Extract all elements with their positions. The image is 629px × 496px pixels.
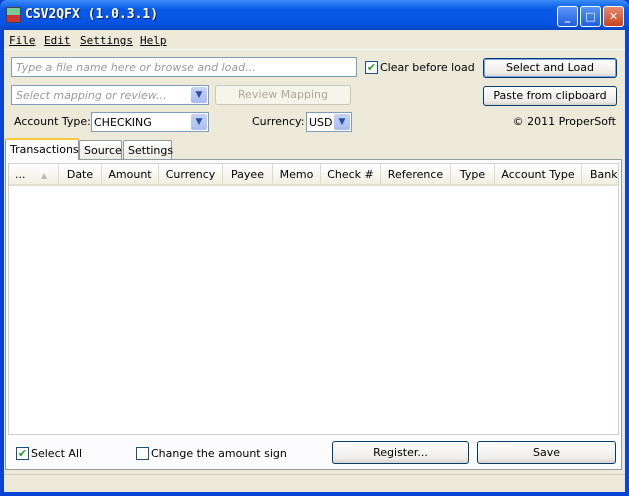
account-type-label: Account Type: [14, 115, 91, 128]
mapping-placeholder: Select mapping or review... [16, 89, 167, 102]
account-type-value: CHECKING [94, 116, 152, 129]
review-mapping-button[interactable]: Review Mapping [215, 85, 351, 105]
menu-bar: File Edit Settings Help [4, 30, 625, 50]
paste-from-clipboard-button[interactable]: Paste from clipboard [483, 86, 617, 106]
tab-source[interactable]: Source [79, 140, 122, 159]
register-button[interactable]: Register... [332, 441, 469, 464]
save-button[interactable]: Save [477, 441, 616, 464]
column-date[interactable]: Date [59, 164, 102, 186]
select-all-label: Select All [31, 447, 83, 460]
change-amount-sign-checkbox[interactable] [136, 447, 149, 460]
menu-edit[interactable]: Edit [44, 34, 71, 47]
chevron-down-icon[interactable]: ▼ [334, 114, 350, 130]
tab-transactions[interactable]: Transactions [5, 138, 79, 160]
column-reference[interactable]: Reference [381, 164, 451, 186]
window-title: CSV2QFX (1.0.3.1) [25, 7, 159, 22]
transactions-panel: ... ▲ Date Amount Currency Payee Memo Ch… [5, 159, 622, 470]
select-and-load-button[interactable]: Select and Load [483, 58, 617, 78]
menu-settings[interactable]: Settings [80, 34, 133, 47]
column-select-label: ... [15, 168, 26, 181]
chevron-down-icon[interactable]: ▼ [191, 114, 207, 130]
menu-file[interactable]: File [9, 34, 36, 47]
app-icon [6, 7, 21, 23]
mapping-combo[interactable]: Select mapping or review... ▼ [11, 85, 209, 105]
grid-header: ... ▲ Date Amount Currency Payee Memo Ch… [9, 164, 618, 186]
app-window: CSV2QFX (1.0.3.1) _ □ ✕ File Edit Settin… [0, 0, 629, 496]
column-bank-id[interactable]: Bank II [582, 164, 618, 186]
column-amount[interactable]: Amount [102, 164, 159, 186]
file-name-input[interactable]: Type a file name here or browse and load… [11, 57, 357, 77]
transactions-grid[interactable]: ... ▲ Date Amount Currency Payee Memo Ch… [8, 163, 619, 435]
column-account-type[interactable]: Account Type [495, 164, 582, 186]
column-type[interactable]: Type [451, 164, 495, 186]
account-type-select[interactable]: CHECKING ▼ [91, 112, 209, 132]
copyright-text: © 2011 ProperSoft [512, 115, 616, 128]
tab-settings[interactable]: Settings [123, 140, 173, 159]
minimize-button[interactable]: _ [557, 6, 578, 27]
sort-up-icon: ▲ [41, 171, 48, 180]
title-bar[interactable]: CSV2QFX (1.0.3.1) _ □ ✕ [0, 0, 629, 30]
status-bar [4, 474, 625, 492]
column-memo[interactable]: Memo [273, 164, 321, 186]
column-select[interactable]: ... ▲ [9, 164, 59, 186]
clear-before-load-checkbox[interactable]: ✔ [365, 61, 378, 74]
change-amount-sign-label: Change the amount sign [151, 447, 287, 460]
column-currency[interactable]: Currency [159, 164, 223, 186]
maximize-button[interactable]: □ [580, 6, 601, 27]
currency-select[interactable]: USD ▼ [306, 112, 352, 132]
file-name-placeholder: Type a file name here or browse and load… [16, 61, 256, 74]
column-check-number[interactable]: Check # [321, 164, 381, 186]
client-area: File Edit Settings Help Type a file name… [4, 30, 625, 492]
clear-before-load-label: Clear before load [380, 61, 475, 74]
currency-label: Currency: [252, 115, 305, 128]
chevron-down-icon[interactable]: ▼ [191, 87, 207, 103]
select-all-checkbox[interactable]: ✔ [16, 447, 29, 460]
column-payee[interactable]: Payee [223, 164, 273, 186]
close-button[interactable]: ✕ [603, 6, 624, 27]
currency-value: USD [309, 116, 333, 129]
menu-help[interactable]: Help [140, 34, 167, 47]
